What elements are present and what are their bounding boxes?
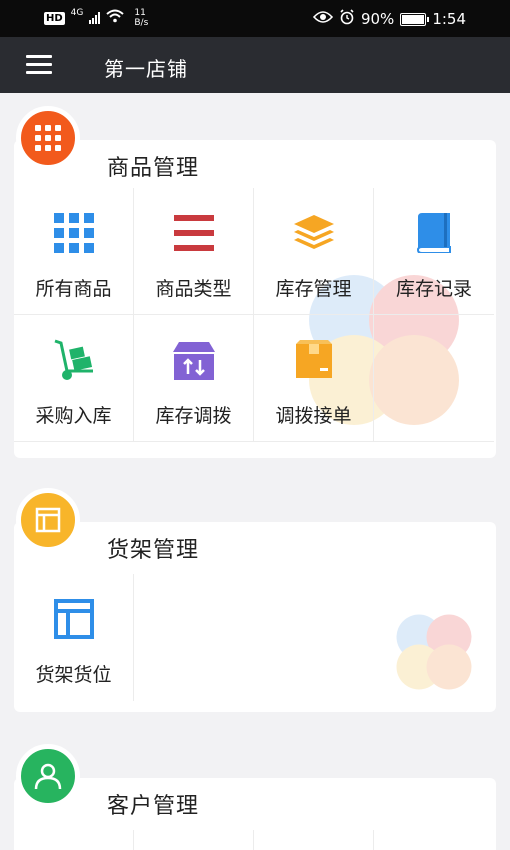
list-lines-icon [173,212,215,254]
menu-cell-empty [374,315,494,442]
menu-item-inventory-transfer[interactable]: 库存调拨 [134,315,254,442]
shelf-management-card: 货架管理 货架货位 [14,522,496,712]
menu-item-inventory-management[interactable]: 库存管理 [254,188,374,315]
menu-item-goods-type[interactable]: 商品类型 [134,188,254,315]
speed-unit: B/s [134,18,149,28]
hand-truck-icon [53,339,95,381]
app-toolbar: 第一店铺 [0,37,510,93]
status-bar: HD 4G 11 B/s 90% 1:54 [0,0,510,37]
network-speed: 11 B/s [134,8,148,28]
shelf-section-badge [16,488,80,552]
battery-percent: 90% [360,10,395,28]
menu-item-inventory-record[interactable]: 库存记录 [374,188,494,315]
menu-item-label: 库存调拨 [155,405,232,427]
menu-item-label: 库存管理 [275,278,352,300]
grid-icon [53,212,95,254]
menu-item-label: 货架货位 [35,664,112,686]
status-bar-right: 90% 1:54 [312,9,466,29]
status-bar-left: HD 4G 11 B/s [44,8,148,28]
eye-icon [312,10,334,28]
battery-icon [400,12,430,26]
grid-divider [253,830,254,850]
menu-item-purchase-in[interactable]: 采购入库 [14,315,134,442]
package-box-icon [293,339,335,381]
menu-item-label: 调拨接单 [275,405,352,427]
transfer-box-icon [172,339,215,381]
section-title: 商品管理 [107,156,200,181]
menu-item-label: 库存记录 [395,278,472,300]
menu-item-transfer-accept[interactable]: 调拨接单 [254,315,374,442]
menu-item-shelf-location[interactable]: 货架货位 [14,574,134,701]
speed-value: 11 [134,8,146,18]
menu-item-label: 商品类型 [155,278,232,300]
goods-section-badge [16,106,80,170]
customer-section-badge [16,744,80,808]
network-type: 4G [70,8,84,18]
wifi-icon [106,9,125,27]
alarm-icon [339,9,355,29]
menu-item-label: 所有商品 [35,278,112,300]
hamburger-menu-icon[interactable] [26,55,52,75]
section-title: 客户管理 [107,794,200,819]
hd-badge: HD [44,11,65,25]
menu-item-all-goods[interactable]: 所有商品 [14,188,134,315]
shelf-menu-grid: 货架货位 [14,574,494,701]
customer-management-card: 客户管理 [14,778,496,850]
apps-grid-icon [35,125,61,151]
book-icon [413,212,455,254]
user-icon [34,763,62,790]
grid-divider [373,830,374,850]
clock: 1:54 [432,10,466,28]
section-title: 货架管理 [107,538,200,563]
grid-divider [133,830,134,850]
menu-item-label: 采购入库 [35,405,112,427]
stack-layers-icon [293,212,335,254]
shelf-layout-icon [35,507,61,533]
goods-menu-grid: 所有商品 商品类型 库存管理 库存记录 采购入库 库存调拨 调拨接单 [14,188,494,442]
goods-management-card: 商品管理 所有商品 商品类型 库存管理 库存记录 采购入库 库存调拨 调拨接单 [14,140,496,458]
shelf-layout-icon [53,598,95,640]
store-title: 第一店铺 [104,57,188,81]
signal-icon [89,12,101,24]
